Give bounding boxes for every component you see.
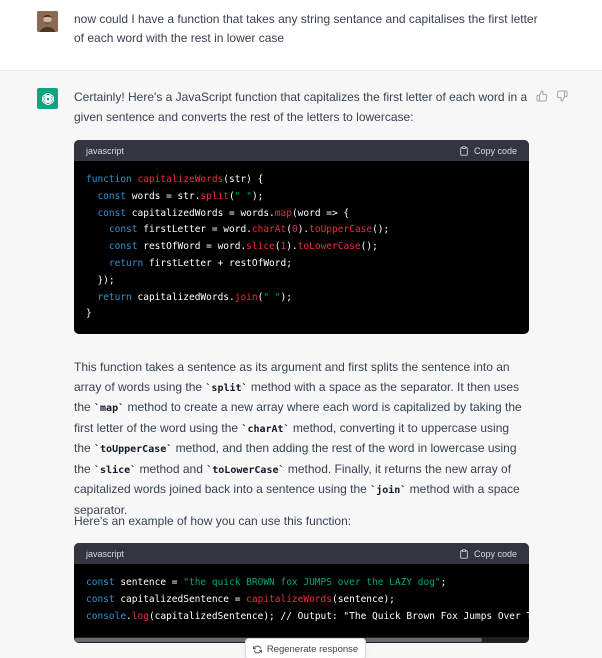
inline-code-split: `split` (205, 382, 248, 394)
assistant-message-row: Certainly! Here's a JavaScript function … (0, 71, 602, 658)
regenerate-response-button[interactable]: Regenerate response (245, 638, 366, 658)
code-block-example-usage: javascript Copy code const sentence = "t… (74, 543, 529, 643)
inline-code-map: `map` (94, 403, 125, 414)
code-language-label: javascript (86, 548, 125, 559)
clipboard-icon (460, 548, 468, 559)
user-message-text: now could I have a function that takes a… (74, 12, 538, 45)
explanation-paragraph: This function takes a sentence as its ar… (74, 358, 529, 520)
explanation-text: method and (136, 461, 207, 476)
assistant-intro-text: Certainly! Here's a JavaScript function … (74, 90, 528, 124)
code-block-header: javascript Copy code (74, 140, 529, 161)
inline-code-tolowercase: `toLowerCase` (206, 464, 285, 476)
code-block-header: javascript Copy code (74, 543, 529, 564)
clipboard-icon (460, 145, 468, 156)
inline-code-join: `join` (370, 485, 407, 496)
regenerate-label: Regenerate response (266, 643, 359, 655)
copy-code-button[interactable]: Copy code (459, 146, 517, 156)
user-message-row: now could I have a function that takes a… (0, 0, 602, 71)
code-language-label: javascript (86, 145, 125, 156)
refresh-icon (252, 645, 262, 653)
thumbs-up-icon[interactable] (536, 89, 548, 102)
feedback-buttons (536, 89, 568, 102)
copy-code-label: Copy code (473, 548, 517, 559)
chatgpt-logo-icon (37, 88, 58, 109)
inline-code-charat: `charAt` (241, 423, 290, 435)
copy-code-button[interactable]: Copy code (459, 549, 517, 559)
code-block-capitalize-function: javascript Copy code function capitalize… (74, 140, 529, 334)
user-avatar (37, 11, 58, 32)
chat-page: now could I have a function that takes a… (0, 0, 602, 658)
code-content: function capitalizeWords(str) { const wo… (86, 174, 390, 320)
inline-code-slice: `slice` (94, 464, 137, 476)
example-intro-text: Here's an example of how you can use thi… (74, 514, 352, 528)
copy-code-label: Copy code (473, 145, 517, 156)
code-content: const sentence = "the quick BROWN fox JU… (86, 577, 529, 622)
thumbs-down-icon[interactable] (556, 89, 568, 102)
inline-code-touppercase: `toUpperCase` (94, 444, 173, 455)
